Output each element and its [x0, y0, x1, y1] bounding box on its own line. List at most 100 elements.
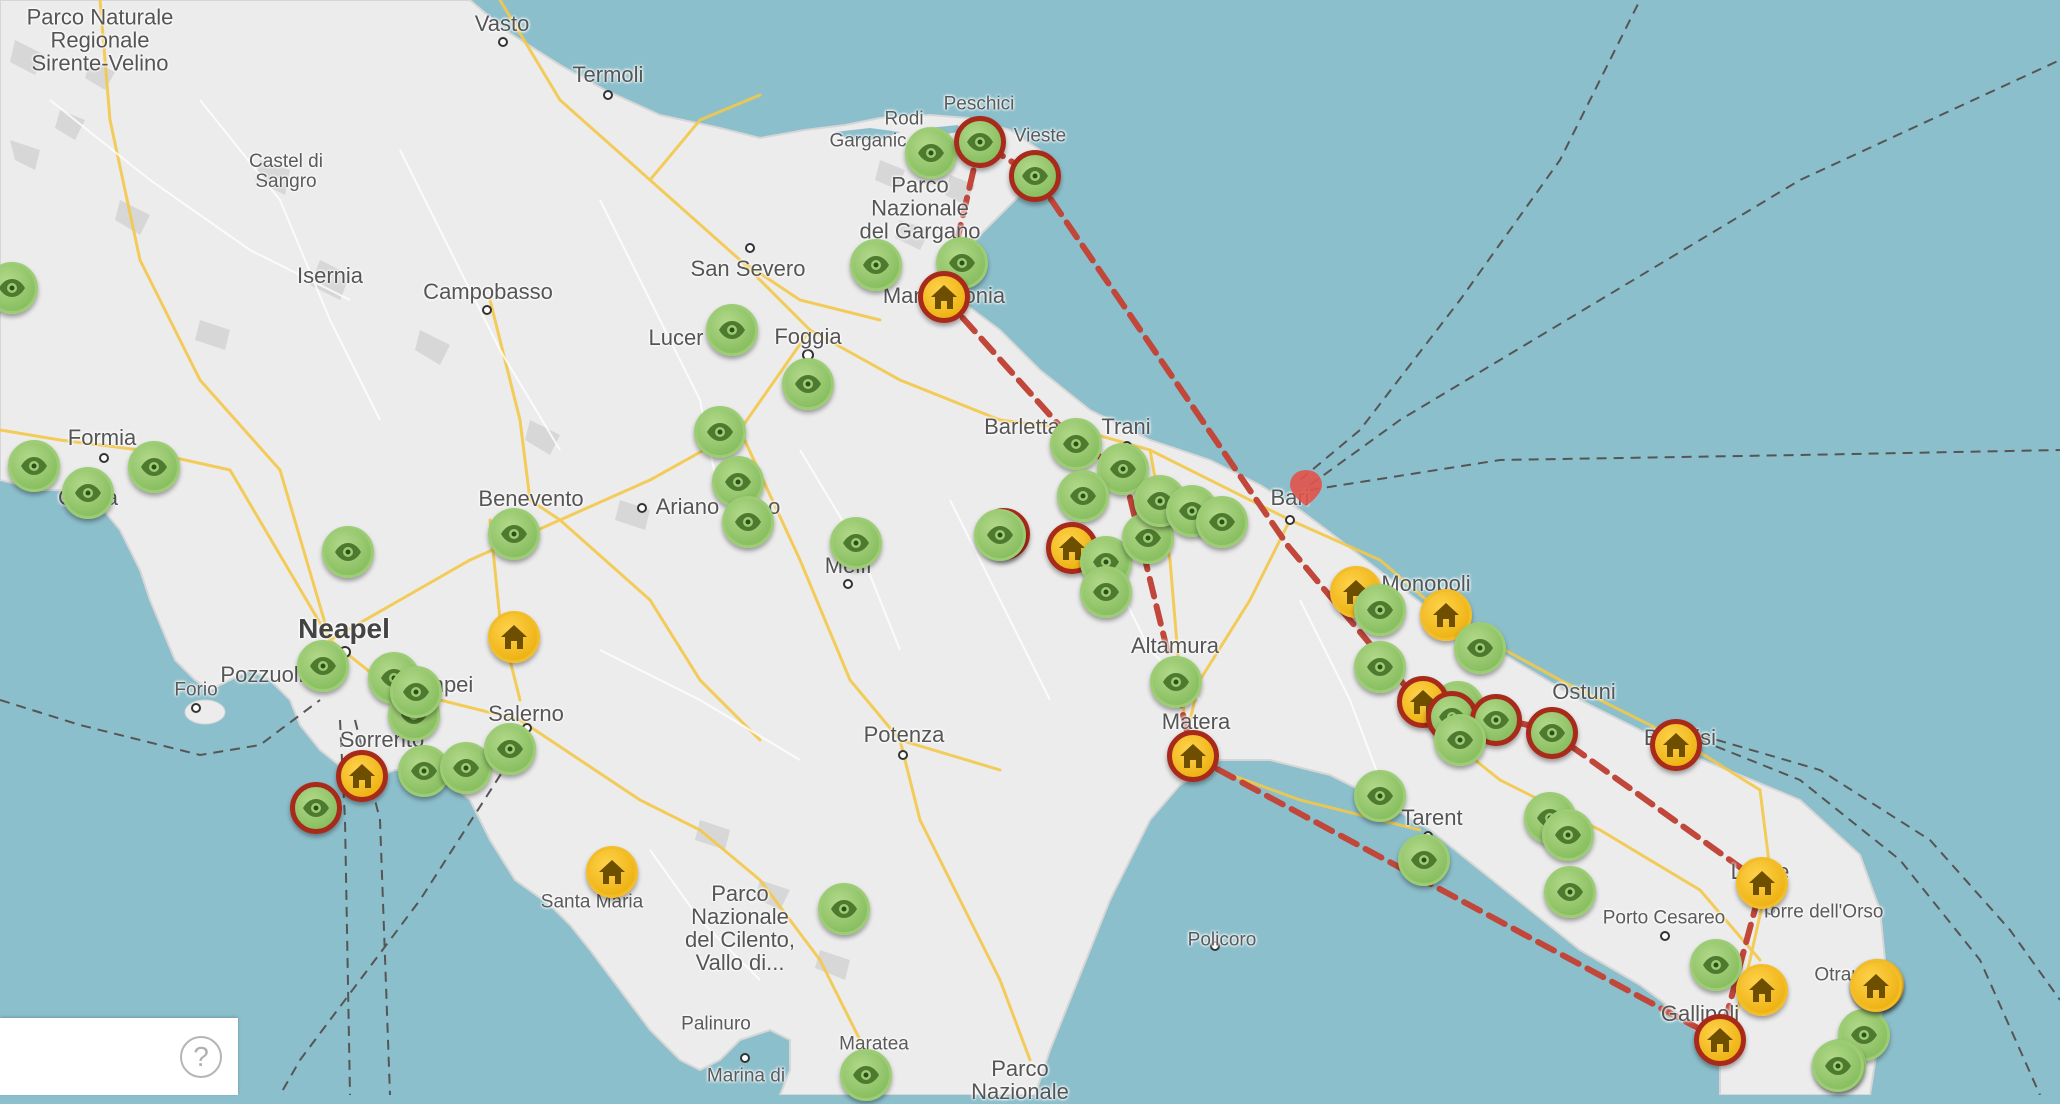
- sight-marker[interactable]: [830, 517, 882, 569]
- accommodation-marker[interactable]: [1736, 857, 1788, 909]
- sight-marker[interactable]: [1526, 707, 1578, 759]
- sight-marker[interactable]: [850, 239, 902, 291]
- eye-icon: [499, 519, 529, 549]
- eye-icon: [401, 677, 431, 707]
- sight-marker[interactable]: [297, 640, 349, 692]
- eye-icon: [861, 250, 891, 280]
- eye-icon: [1465, 633, 1495, 663]
- house-icon: [499, 622, 529, 652]
- location-pin-icon[interactable]: [1286, 468, 1326, 508]
- sight-marker[interactable]: [782, 358, 834, 410]
- sight-marker[interactable]: [1080, 566, 1132, 618]
- eye-icon: [1445, 725, 1475, 755]
- eye-icon: [965, 127, 995, 157]
- eye-icon: [1365, 781, 1395, 811]
- sight-marker[interactable]: [1354, 641, 1406, 693]
- eye-icon: [1701, 950, 1731, 980]
- sight-marker[interactable]: [818, 883, 870, 935]
- eye-icon: [793, 369, 823, 399]
- eye-icon: [19, 451, 49, 481]
- eye-icon: [1365, 595, 1395, 625]
- sight-marker[interactable]: [1434, 714, 1486, 766]
- sight-marker[interactable]: [8, 440, 60, 492]
- island-ischia: [184, 699, 226, 725]
- sight-marker[interactable]: [1542, 809, 1594, 861]
- accommodation-marker[interactable]: [1850, 960, 1902, 1012]
- house-icon: [1431, 600, 1461, 630]
- eye-icon: [1409, 845, 1439, 875]
- eye-icon: [985, 520, 1015, 550]
- sight-marker[interactable]: [1812, 1040, 1864, 1092]
- sight-marker[interactable]: [1454, 622, 1506, 674]
- eye-icon: [1161, 667, 1191, 697]
- accommodation-marker[interactable]: [1694, 1014, 1746, 1066]
- eye-icon: [1553, 820, 1583, 850]
- eye-icon: [841, 528, 871, 558]
- eye-icon: [1020, 161, 1050, 191]
- sight-marker[interactable]: [128, 441, 180, 493]
- eye-icon: [333, 537, 363, 567]
- sight-marker[interactable]: [290, 782, 342, 834]
- help-button[interactable]: ?: [180, 1036, 222, 1078]
- eye-icon: [409, 756, 439, 786]
- house-icon: [1661, 730, 1691, 760]
- sight-marker[interactable]: [840, 1049, 892, 1101]
- accommodation-marker[interactable]: [1736, 964, 1788, 1016]
- eye-icon: [1823, 1051, 1853, 1081]
- house-icon: [1747, 868, 1777, 898]
- eye-icon: [495, 734, 525, 764]
- sight-marker[interactable]: [1196, 496, 1248, 548]
- eye-icon: [0, 273, 27, 303]
- sight-marker[interactable]: [322, 526, 374, 578]
- sight-marker[interactable]: [1057, 470, 1109, 522]
- sight-marker[interactable]: [694, 406, 746, 458]
- eye-icon: [1133, 523, 1163, 553]
- house-icon: [929, 282, 959, 312]
- eye-icon: [451, 753, 481, 783]
- sight-marker[interactable]: [390, 666, 442, 718]
- eye-icon: [916, 138, 946, 168]
- sight-marker[interactable]: [706, 304, 758, 356]
- sight-marker[interactable]: [974, 509, 1026, 561]
- eye-icon: [73, 478, 103, 508]
- house-icon: [1178, 741, 1208, 771]
- eye-icon: [1481, 705, 1511, 735]
- eye-icon: [851, 1060, 881, 1090]
- eye-icon: [1365, 652, 1395, 682]
- accommodation-marker[interactable]: [586, 846, 638, 898]
- eye-icon: [733, 507, 763, 537]
- eye-icon: [1068, 481, 1098, 511]
- sight-marker[interactable]: [954, 116, 1006, 168]
- eye-icon: [717, 315, 747, 345]
- sight-marker[interactable]: [62, 467, 114, 519]
- sight-marker[interactable]: [905, 127, 957, 179]
- eye-icon: [139, 452, 169, 482]
- eye-icon: [1061, 429, 1091, 459]
- eye-icon: [829, 894, 859, 924]
- sight-marker[interactable]: [1398, 834, 1450, 886]
- sight-marker[interactable]: [484, 723, 536, 775]
- eye-icon: [1537, 718, 1567, 748]
- accommodation-marker[interactable]: [1167, 730, 1219, 782]
- accommodation-marker[interactable]: [918, 271, 970, 323]
- sight-marker[interactable]: [1050, 418, 1102, 470]
- sight-marker[interactable]: [1544, 866, 1596, 918]
- house-icon: [1705, 1025, 1735, 1055]
- sight-marker[interactable]: [1009, 150, 1061, 202]
- eye-icon: [1091, 577, 1121, 607]
- sight-marker[interactable]: [488, 508, 540, 560]
- sight-marker[interactable]: [1150, 656, 1202, 708]
- house-icon: [597, 857, 627, 887]
- accommodation-marker[interactable]: [488, 611, 540, 663]
- eye-icon: [705, 417, 735, 447]
- accommodation-marker[interactable]: [1650, 719, 1702, 771]
- sight-marker[interactable]: [1690, 939, 1742, 991]
- house-icon: [1861, 971, 1891, 1001]
- accommodation-marker[interactable]: [336, 750, 388, 802]
- sight-marker[interactable]: [722, 496, 774, 548]
- eye-icon: [308, 651, 338, 681]
- eye-icon: [723, 467, 753, 497]
- house-icon: [1747, 975, 1777, 1005]
- sight-marker[interactable]: [1354, 584, 1406, 636]
- sight-marker[interactable]: [1354, 770, 1406, 822]
